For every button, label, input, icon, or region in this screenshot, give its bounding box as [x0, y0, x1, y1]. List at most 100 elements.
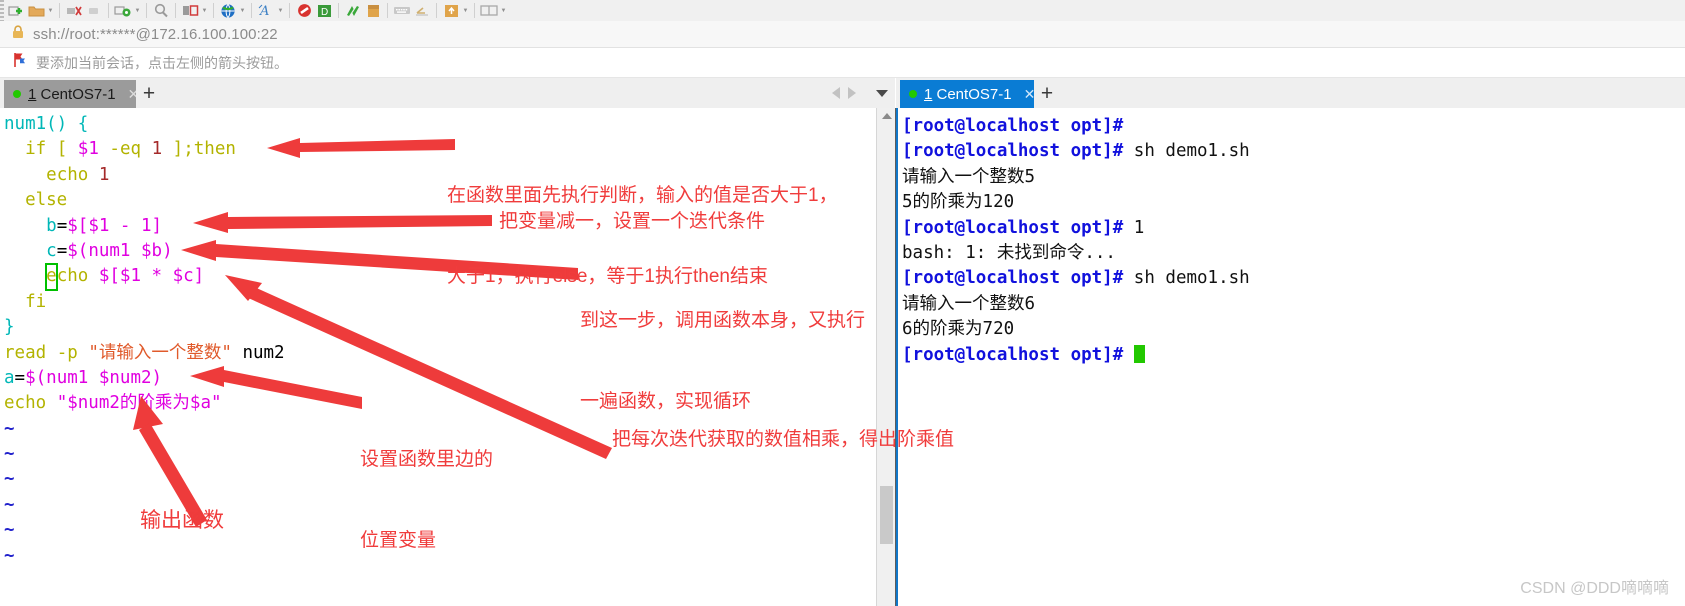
tab-strip-left: 1 CentOS7-1 ✕ + — [0, 78, 895, 109]
code-token-a-var: a — [4, 367, 15, 388]
scroll-left-icon[interactable] — [832, 87, 840, 99]
address-url[interactable]: ssh://root:******@172.16.100.100:22 — [33, 26, 278, 43]
code-token-else: else — [25, 190, 68, 211]
code-token-echo-str: "$num2的阶乘为$a" — [56, 393, 222, 414]
terminal-command: sh demo1.sh — [1123, 268, 1250, 289]
code-token-c-var: c — [46, 240, 57, 261]
flag-icon — [12, 52, 28, 73]
tab-list-dropdown-icon[interactable] — [876, 89, 888, 97]
chevron-down-icon[interactable]: ▼ — [499, 2, 508, 20]
layout-icon[interactable] — [180, 2, 200, 20]
chevron-down-icon[interactable]: ▼ — [276, 2, 285, 20]
terminal-line: [root@localhost opt]# sh demo1.sh — [902, 266, 1685, 291]
annotation-5: 把每次迭代获取的数值相乘，得出阶乘值 — [612, 429, 955, 450]
upload-box-icon[interactable] — [441, 2, 461, 20]
transfer-icon[interactable] — [363, 2, 383, 20]
terminal-output: 5的阶乘为120 — [902, 192, 1015, 213]
annotation-6: 输出函数 — [140, 509, 224, 532]
chevron-down-icon[interactable]: ▼ — [46, 2, 55, 20]
annotation-3: 到这一步，调用函数本身，又执行 一遍函数，实现循环 — [580, 253, 865, 442]
code-token-bracket-l: [ — [56, 139, 68, 160]
chevron-down-icon[interactable]: ▼ — [238, 2, 247, 20]
code-token-if: if — [25, 139, 47, 160]
disconnect-icon[interactable] — [64, 2, 84, 20]
font-A-icon[interactable]: A — [256, 2, 276, 20]
status-dot-icon — [13, 90, 21, 98]
session-options-icon[interactable] — [113, 2, 133, 20]
code-token-semi-then: ;then — [183, 139, 236, 160]
code-token-brace-close: } — [4, 317, 15, 338]
terminal-cursor — [1133, 344, 1145, 363]
code-token-assign: = — [56, 240, 68, 261]
code-token-b-var: b — [46, 215, 57, 236]
open-folder-icon[interactable] — [26, 2, 46, 20]
tile-window-icon[interactable] — [479, 2, 499, 20]
tab-title: CentOS7-1 — [36, 85, 116, 103]
tab-label: 1 CentOS7-1 — [924, 86, 1012, 103]
tab-nav-controls[interactable] — [832, 78, 888, 108]
terminal-pane[interactable]: [root@localhost opt]# [root@localhost op… — [898, 108, 1685, 606]
new-tab-button-left[interactable]: + — [136, 80, 162, 108]
new-session-icon[interactable] — [6, 2, 26, 20]
terminal-output: bash: 1: 未找到命令... — [902, 242, 1116, 263]
code-token-mul-expr: $[$1 * $c] — [98, 266, 205, 287]
editor-cursor: e — [45, 263, 58, 291]
clear-line-icon[interactable] — [412, 2, 432, 20]
terminal-prompt: [root@localhost opt]# — [902, 141, 1124, 162]
code-token-cursor-rest-echo: cho — [56, 266, 99, 287]
address-bar[interactable]: ssh://root:******@172.16.100.100:22 — [0, 21, 1685, 48]
annotation-1-line1: 在函数里面先执行判断，输入的值是否大于1， — [447, 185, 838, 206]
terminal-command — [1123, 345, 1134, 365]
keyboard-icon[interactable] — [392, 2, 412, 20]
tab-label: 1 CentOS7-1 — [28, 86, 116, 103]
tab-title: CentOS7-1 — [932, 85, 1012, 103]
code-token-dollar1: $1 — [77, 139, 99, 160]
code-token-bracket-r: ] — [172, 139, 184, 160]
watermark: CSDN @DDD嘀嘀嘀 — [1520, 580, 1669, 597]
sync-arrows-icon[interactable] — [343, 2, 363, 20]
lock-icon — [12, 24, 24, 44]
annotation-4-line1: 设置函数里边的 — [360, 449, 494, 470]
chevron-down-icon[interactable]: ▼ — [200, 2, 209, 20]
code-token-fn-name: num1() — [4, 114, 78, 134]
log-icon[interactable]: D — [314, 2, 334, 20]
main-toolbar: ▼ ▼ ▼ ▼ A ▼ D ▼ ▼ — [0, 0, 1685, 22]
tab-centos7-1-right[interactable]: 1 CentOS7-1 ✕ — [900, 80, 1042, 108]
code-token-assign: = — [14, 367, 26, 388]
code-token-echo: echo — [46, 164, 89, 185]
editor-scrollbar[interactable] — [876, 108, 896, 606]
chevron-down-icon[interactable]: ▼ — [461, 2, 470, 20]
hint-bar: 要添加当前会话，点击左侧的箭头按钮。 — [0, 48, 1685, 78]
code-token-dash-p: -p — [56, 342, 78, 363]
code-token-one: 1 — [151, 139, 163, 160]
terminal-line: [root@localhost opt]# — [902, 343, 1685, 368]
code-token-assign: = — [56, 215, 68, 236]
tab-strip-right: 1 CentOS7-1 ✕ + — [896, 78, 1685, 109]
code-token-read: read — [4, 342, 47, 363]
stop-icon[interactable] — [294, 2, 314, 20]
code-token-brace-open: { — [77, 114, 89, 134]
code-token-one: 1 — [98, 164, 110, 185]
terminal-output: 请输入一个整数5 — [902, 166, 1036, 187]
hint-text: 要添加当前会话，点击左侧的箭头按钮。 — [36, 54, 288, 71]
reconnect-icon[interactable] — [84, 2, 104, 20]
new-tab-button-right[interactable]: + — [1034, 80, 1060, 108]
tab-centos7-1-left[interactable]: 1 CentOS7-1 ✕ — [4, 80, 146, 108]
code-token-sub-expr: $[$1 - 1] — [67, 215, 163, 236]
scroll-up-icon[interactable] — [882, 113, 892, 119]
terminal-prompt: [root@localhost opt]# — [902, 116, 1124, 136]
terminal-line: [root@localhost opt]# sh demo1.sh — [902, 139, 1685, 164]
globe-icon[interactable] — [218, 2, 238, 20]
terminal-command: 1 — [1123, 217, 1145, 238]
annotation-4: 设置函数里边的 位置变量 — [360, 392, 493, 581]
magnifier-icon[interactable] — [151, 2, 171, 20]
scrollbar-thumb[interactable] — [880, 486, 893, 544]
terminal-output: 请输入一个整数6 — [902, 293, 1036, 314]
code-token-a-call: $(num1 $num2) — [25, 367, 163, 388]
terminal-output: 6的阶乘为720 — [902, 319, 1015, 340]
chevron-down-icon[interactable]: ▼ — [133, 2, 142, 20]
annotation-3-line1: 到这一步，调用函数本身，又执行 — [580, 310, 866, 331]
code-token-echo: echo — [4, 393, 47, 414]
scroll-right-icon[interactable] — [848, 87, 856, 99]
terminal-line: [root@localhost opt]# 1 — [902, 216, 1685, 241]
